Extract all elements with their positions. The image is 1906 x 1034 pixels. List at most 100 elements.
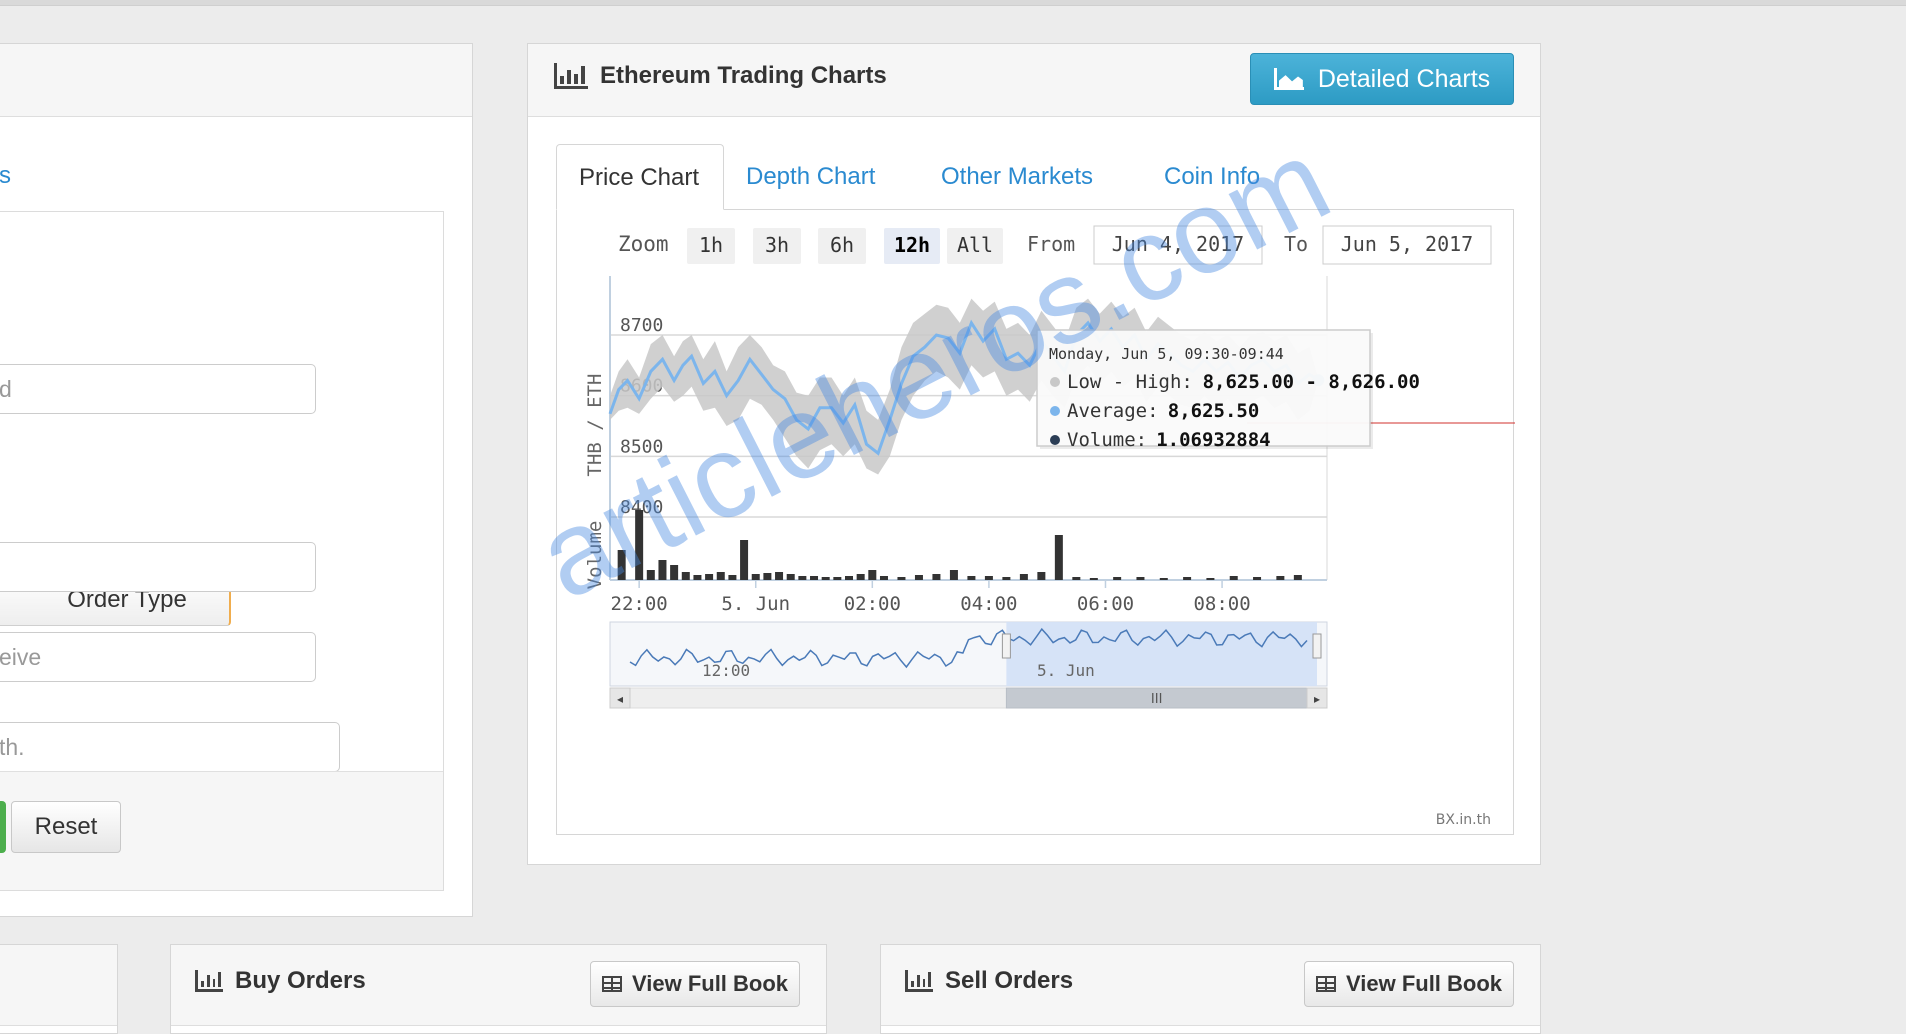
chart-panel-title: Ethereum Trading Charts <box>554 62 887 90</box>
reset-button[interactable]: Reset <box>11 801 121 853</box>
volume-bar <box>1113 577 1122 580</box>
price-chart-pane: Zoom 1h 3h 6h 12h All From Jun 4, 2017 T… <box>556 209 1515 835</box>
to-value: Jun 5, 2017 <box>1341 232 1473 256</box>
volume-bar <box>670 565 679 580</box>
tooltip-label: Low - High: <box>1067 371 1193 393</box>
volume-axis-title: Volume <box>584 521 606 590</box>
volume-bar <box>635 510 644 580</box>
submit-button[interactable] <box>0 801 6 853</box>
zoom-3h-button[interactable]: 3h <box>765 233 789 257</box>
tooltip-label: Volume: <box>1067 429 1147 451</box>
from-value: Jun 4, 2017 <box>1112 232 1244 256</box>
volume-bar <box>1019 574 1028 580</box>
y-tick-label: 8700 <box>620 315 663 336</box>
volume-bar <box>949 570 958 580</box>
buy-orders-title-text: Buy Orders <box>235 967 366 994</box>
bottom-left-panel <box>0 944 118 1034</box>
chart-tabs: Price Chart Depth Chart Other Markets Co… <box>556 144 1512 210</box>
volume-bar <box>1229 576 1238 580</box>
zoom-buttons: 1h 3h 6h 12h All <box>687 228 1003 264</box>
navigator-handle-right[interactable] <box>1312 633 1322 659</box>
volume-bar <box>1183 577 1192 580</box>
y-axis-title: THB / ETH <box>584 374 606 477</box>
volume-bar <box>763 573 772 580</box>
order-tab-link[interactable]: s <box>0 162 11 190</box>
volume-bar <box>693 575 702 580</box>
buy-view-full-book-button[interactable]: View Full Book <box>590 961 800 1007</box>
price-chart: Zoom 1h 3h 6h 12h All From Jun 4, 2017 T… <box>584 225 1515 828</box>
volume-bar <box>821 577 830 580</box>
sell-orders-header: Sell Orders View Full Book <box>881 945 1540 1026</box>
tab-other-markets[interactable]: Other Markets <box>919 144 1115 210</box>
navigator-label: 5. Jun <box>1037 661 1095 680</box>
volume-bar <box>646 570 655 580</box>
sell-view-full-book-button[interactable]: View Full Book <box>1304 961 1514 1007</box>
amount-field[interactable] <box>0 542 316 592</box>
volume-bar <box>810 576 819 580</box>
note-field[interactable]: th. <box>0 722 340 772</box>
bottom-left-header <box>0 945 117 1026</box>
sell-orders-title-text: Sell Orders <box>945 967 1074 994</box>
tooltip-label: Average: <box>1067 400 1159 422</box>
volume-bar <box>1136 577 1145 580</box>
volume-bar <box>1054 535 1063 580</box>
volume-bar <box>1206 578 1215 580</box>
order-panel-header <box>0 44 472 117</box>
navigator-label: 12:00 <box>702 661 750 680</box>
tab-coin-info[interactable]: Coin Info <box>1142 144 1282 210</box>
scrollbar-grip-icon: III <box>1151 692 1163 707</box>
volume-bar <box>845 576 853 580</box>
tooltip-value: 8,625.00 - 8,626.00 <box>1203 371 1420 393</box>
sell-orders-panel: Sell Orders View Full Book <box>880 944 1541 1034</box>
arrow-left-icon: ◂ <box>617 692 623 706</box>
zoom-12h-button[interactable]: 12h <box>894 233 930 257</box>
area-chart-icon <box>1273 68 1304 90</box>
order-form: d Order Type eive th. <box>0 211 444 891</box>
bar-chart-icon <box>195 970 223 992</box>
zoom-1h-button[interactable]: 1h <box>699 233 723 257</box>
zoom-6h-button[interactable]: 6h <box>830 233 854 257</box>
buy-orders-header: Buy Orders View Full Book <box>171 945 826 1026</box>
bar-chart-icon <box>905 970 933 992</box>
navigator-handle-left[interactable] <box>1001 633 1011 659</box>
volume-bar <box>1293 575 1302 580</box>
volume-bar <box>658 560 667 580</box>
detailed-charts-button[interactable]: Detailed Charts <box>1250 53 1514 105</box>
volume-bar <box>1002 577 1011 580</box>
volume-bar <box>984 576 993 580</box>
x-tick-label: 02:00 <box>844 593 901 615</box>
top-border <box>0 0 1906 6</box>
volume-bar <box>1037 572 1046 580</box>
order-panel: s d Order Type eive th. Reset <box>0 43 473 917</box>
tab-depth-chart[interactable]: Depth Chart <box>724 144 897 210</box>
table-icon <box>601 976 622 992</box>
volume-bar <box>1089 578 1098 580</box>
tooltip-header: Monday, Jun 5, 09:30-09:44 <box>1049 345 1284 363</box>
volume-bar <box>798 576 807 580</box>
tooltip-dot <box>1050 435 1060 445</box>
volume-bar <box>967 576 976 580</box>
zoom-label: Zoom <box>618 232 669 256</box>
volume-bar <box>1276 576 1285 580</box>
tooltip-value: 1.06932884 <box>1156 429 1270 451</box>
price-field[interactable]: d <box>0 364 316 414</box>
chart-title-text: Ethereum Trading Charts <box>600 62 887 89</box>
table-icon <box>1315 976 1336 992</box>
volume-bar <box>1072 577 1081 580</box>
y-tick-label: 8500 <box>620 436 663 457</box>
tooltip-value: 8,625.50 <box>1168 400 1260 422</box>
volume-bar <box>856 574 865 580</box>
volume-bar <box>786 574 795 580</box>
from-label: From <box>1027 232 1075 256</box>
zoom-all-button[interactable]: All <box>957 233 993 257</box>
chart-credit[interactable]: BX.in.th <box>1436 812 1491 828</box>
chart-panel: Ethereum Trading Charts Detailed Charts … <box>527 43 1541 865</box>
arrow-right-icon: ▸ <box>1314 692 1320 706</box>
volume-bar <box>833 577 842 580</box>
receive-field[interactable]: eive <box>0 632 316 682</box>
sell-orders-title: Sell Orders <box>905 967 1073 995</box>
to-label: To <box>1284 232 1308 256</box>
volume-bar <box>681 572 690 580</box>
tab-price-chart[interactable]: Price Chart <box>556 144 724 210</box>
volume-bar <box>897 577 906 580</box>
